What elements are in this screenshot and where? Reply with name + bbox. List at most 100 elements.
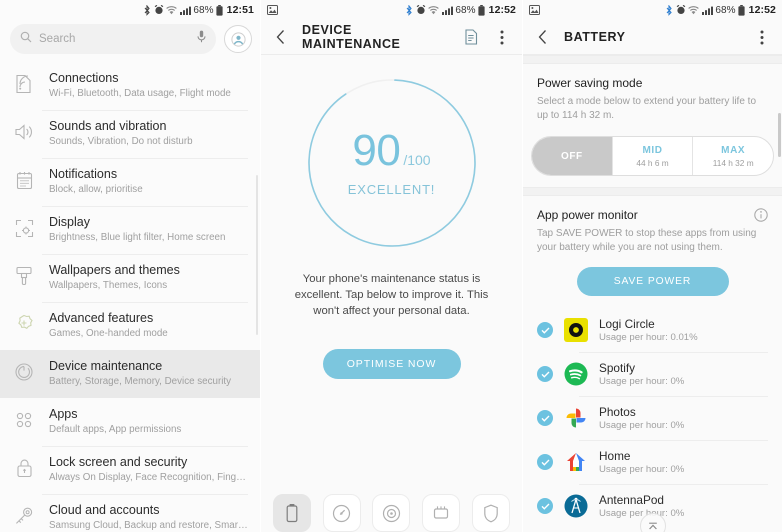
battery-icon bbox=[478, 4, 485, 16]
optimise-now-button[interactable]: OPTIMISE NOW bbox=[322, 349, 461, 379]
scroll-to-top-icon[interactable] bbox=[639, 513, 666, 532]
list-item[interactable]: Logi Circle Usage per hour: 0.01% bbox=[523, 308, 782, 352]
battery-scrollbar[interactable] bbox=[778, 113, 781, 157]
sidebar-item-connections[interactable]: Connections Wi-Fi, Bluetooth, Data usage… bbox=[0, 62, 260, 110]
signal-bars-icon bbox=[441, 6, 453, 15]
battery-icon bbox=[216, 4, 223, 16]
tab-memory[interactable]: Memory 1.1 GB free bbox=[416, 494, 466, 532]
app-usage: Usage per hour: 0% bbox=[599, 464, 685, 475]
app-name: Home bbox=[599, 449, 631, 463]
sidebar-item-subtitle: Wallpapers, Themes, Icons bbox=[49, 280, 168, 291]
power-mode-off[interactable]: OFF bbox=[532, 137, 612, 175]
sidebar-item-title: Sounds and vibration bbox=[49, 119, 167, 133]
alarm-icon bbox=[676, 5, 686, 15]
section-gap-2 bbox=[523, 187, 782, 196]
key-icon bbox=[12, 504, 36, 528]
save-power-button[interactable]: SAVE POWER bbox=[576, 267, 729, 296]
sidebar-item-sounds-and-vibration[interactable]: Sounds and vibration Sounds, Vibration, … bbox=[0, 110, 260, 158]
settings-screen: 68% 12:51 Search Connections Wi-Fi, Blue… bbox=[0, 0, 260, 532]
wifi-icon bbox=[688, 5, 700, 15]
antennapod-app-icon bbox=[563, 493, 589, 519]
sidebar-item-display[interactable]: Display Brightness, Blue light filter, H… bbox=[0, 206, 260, 254]
sidebar-item-title: Notifications bbox=[49, 167, 118, 181]
signal-bars-icon bbox=[179, 6, 191, 15]
settings-scrollbar[interactable] bbox=[255, 175, 258, 335]
maintenance-category-tabs: Battery 37 h 4 m Performance mode Optimi… bbox=[261, 494, 522, 532]
list-item[interactable]: Home Usage per hour: 0% bbox=[523, 440, 782, 484]
sidebar-item-apps[interactable]: Apps Default apps, App permissions bbox=[0, 398, 260, 446]
sidebar-item-device-maintenance[interactable]: Device maintenance Battery, Storage, Mem… bbox=[0, 350, 260, 398]
three-screenshot-strip: 68% 12:51 Search Connections Wi-Fi, Blue… bbox=[0, 0, 782, 532]
app-power-monitor-heading: App power monitor bbox=[537, 208, 638, 222]
apps-grid-icon bbox=[12, 408, 36, 432]
sidebar-item-notifications[interactable]: Notifications Block, allow, prioritise bbox=[0, 158, 260, 206]
status-bar-1: 68% 12:51 bbox=[0, 0, 260, 20]
sidebar-item-wallpapers-and-themes[interactable]: Wallpapers and themes Wallpapers, Themes… bbox=[0, 254, 260, 302]
more-vertical-icon[interactable] bbox=[492, 27, 512, 47]
power-saving-section: Power saving mode Select a mode below to… bbox=[523, 64, 782, 123]
back-chevron-icon[interactable] bbox=[533, 27, 553, 47]
section-gap bbox=[523, 55, 782, 64]
sidebar-item-title: Wallpapers and themes bbox=[49, 263, 180, 277]
appbar-divider bbox=[261, 54, 522, 55]
screenshot-image-icon bbox=[267, 5, 278, 15]
sidebar-item-title: Device maintenance bbox=[49, 359, 163, 373]
display-icon bbox=[12, 216, 36, 240]
notifications-icon bbox=[12, 168, 36, 192]
battery-screen: 68% 12:52 BATTERY Power saving mode Sele… bbox=[522, 0, 782, 532]
sidebar-item-subtitle: Always On Display, Face Recognition, Fin… bbox=[49, 472, 250, 483]
search-input[interactable]: Search bbox=[10, 24, 216, 54]
memory-chip-icon bbox=[422, 494, 461, 532]
tab-battery[interactable]: Battery 37 h 4 m bbox=[267, 494, 317, 532]
spotify-app-icon bbox=[563, 361, 589, 387]
app-checkbox[interactable] bbox=[537, 498, 553, 514]
search-icon bbox=[20, 30, 32, 48]
storage-disc-icon bbox=[372, 494, 411, 532]
app-name: Logi Circle bbox=[599, 317, 655, 331]
clock-label: 12:52 bbox=[748, 4, 776, 16]
power-mode-value: 114 h 32 m bbox=[712, 157, 754, 168]
power-mode-mid[interactable]: MID 44 h 6 m bbox=[611, 137, 693, 175]
sidebar-item-subtitle: Brightness, Blue light filter, Home scre… bbox=[49, 232, 226, 243]
app-name: Photos bbox=[599, 405, 636, 419]
microphone-icon[interactable] bbox=[197, 30, 206, 48]
info-circle-icon[interactable] bbox=[754, 208, 768, 222]
connections-icon bbox=[12, 72, 36, 96]
list-item[interactable]: Photos Usage per hour: 0% bbox=[523, 396, 782, 440]
tab-performance-mode[interactable]: Performance mode Optimised bbox=[317, 494, 367, 532]
clock-label: 12:52 bbox=[488, 4, 516, 16]
app-power-list: Logi Circle Usage per hour: 0.01% Spotif… bbox=[523, 308, 782, 528]
app-checkbox[interactable] bbox=[537, 366, 553, 382]
sidebar-item-advanced-features[interactable]: Advanced features Games, One-handed mode bbox=[0, 302, 260, 350]
search-placeholder: Search bbox=[39, 33, 76, 45]
document-icon[interactable] bbox=[461, 27, 481, 47]
tab-storage[interactable]: Storage 44.9 GB free bbox=[367, 494, 417, 532]
maintenance-description: Your phone's maintenance status is excel… bbox=[294, 273, 489, 317]
app-name: AntennaPod bbox=[599, 493, 664, 507]
advanced-features-icon bbox=[12, 312, 36, 336]
bluetooth-icon bbox=[405, 4, 413, 16]
power-mode-label: OFF bbox=[560, 150, 583, 162]
screenshot-image-icon bbox=[529, 5, 540, 15]
score-section: 90 /100 EXCELLENT! bbox=[261, 77, 522, 249]
sidebar-item-cloud-and-accounts[interactable]: Cloud and accounts Samsung Cloud, Backup… bbox=[0, 494, 260, 532]
power-mode-label: MID bbox=[642, 144, 663, 156]
sidebar-item-subtitle: Default apps, App permissions bbox=[49, 424, 182, 435]
page-title: DEVICE MAINTENANCE bbox=[302, 23, 401, 51]
sidebar-item-lock-screen-and-security[interactable]: Lock screen and security Always On Displ… bbox=[0, 446, 260, 494]
app-checkbox[interactable] bbox=[537, 410, 553, 426]
list-item[interactable]: Spotify Usage per hour: 0% bbox=[523, 352, 782, 396]
tab-device-security[interactable]: Device security Secure bbox=[466, 494, 516, 532]
performance-gauge-icon bbox=[322, 494, 361, 532]
more-vertical-icon[interactable] bbox=[752, 27, 772, 47]
speaker-icon bbox=[12, 120, 36, 144]
app-usage: Usage per hour: 0.01% bbox=[599, 332, 698, 343]
app-checkbox[interactable] bbox=[537, 322, 553, 338]
battery-icon bbox=[738, 4, 745, 16]
sidebar-item-title: Advanced features bbox=[49, 311, 154, 325]
back-chevron-icon[interactable] bbox=[271, 27, 291, 47]
account-avatar-icon[interactable] bbox=[224, 25, 252, 53]
wifi-icon bbox=[428, 5, 440, 15]
app-checkbox[interactable] bbox=[537, 454, 553, 470]
power-mode-max[interactable]: MAX 114 h 32 m bbox=[692, 137, 773, 175]
